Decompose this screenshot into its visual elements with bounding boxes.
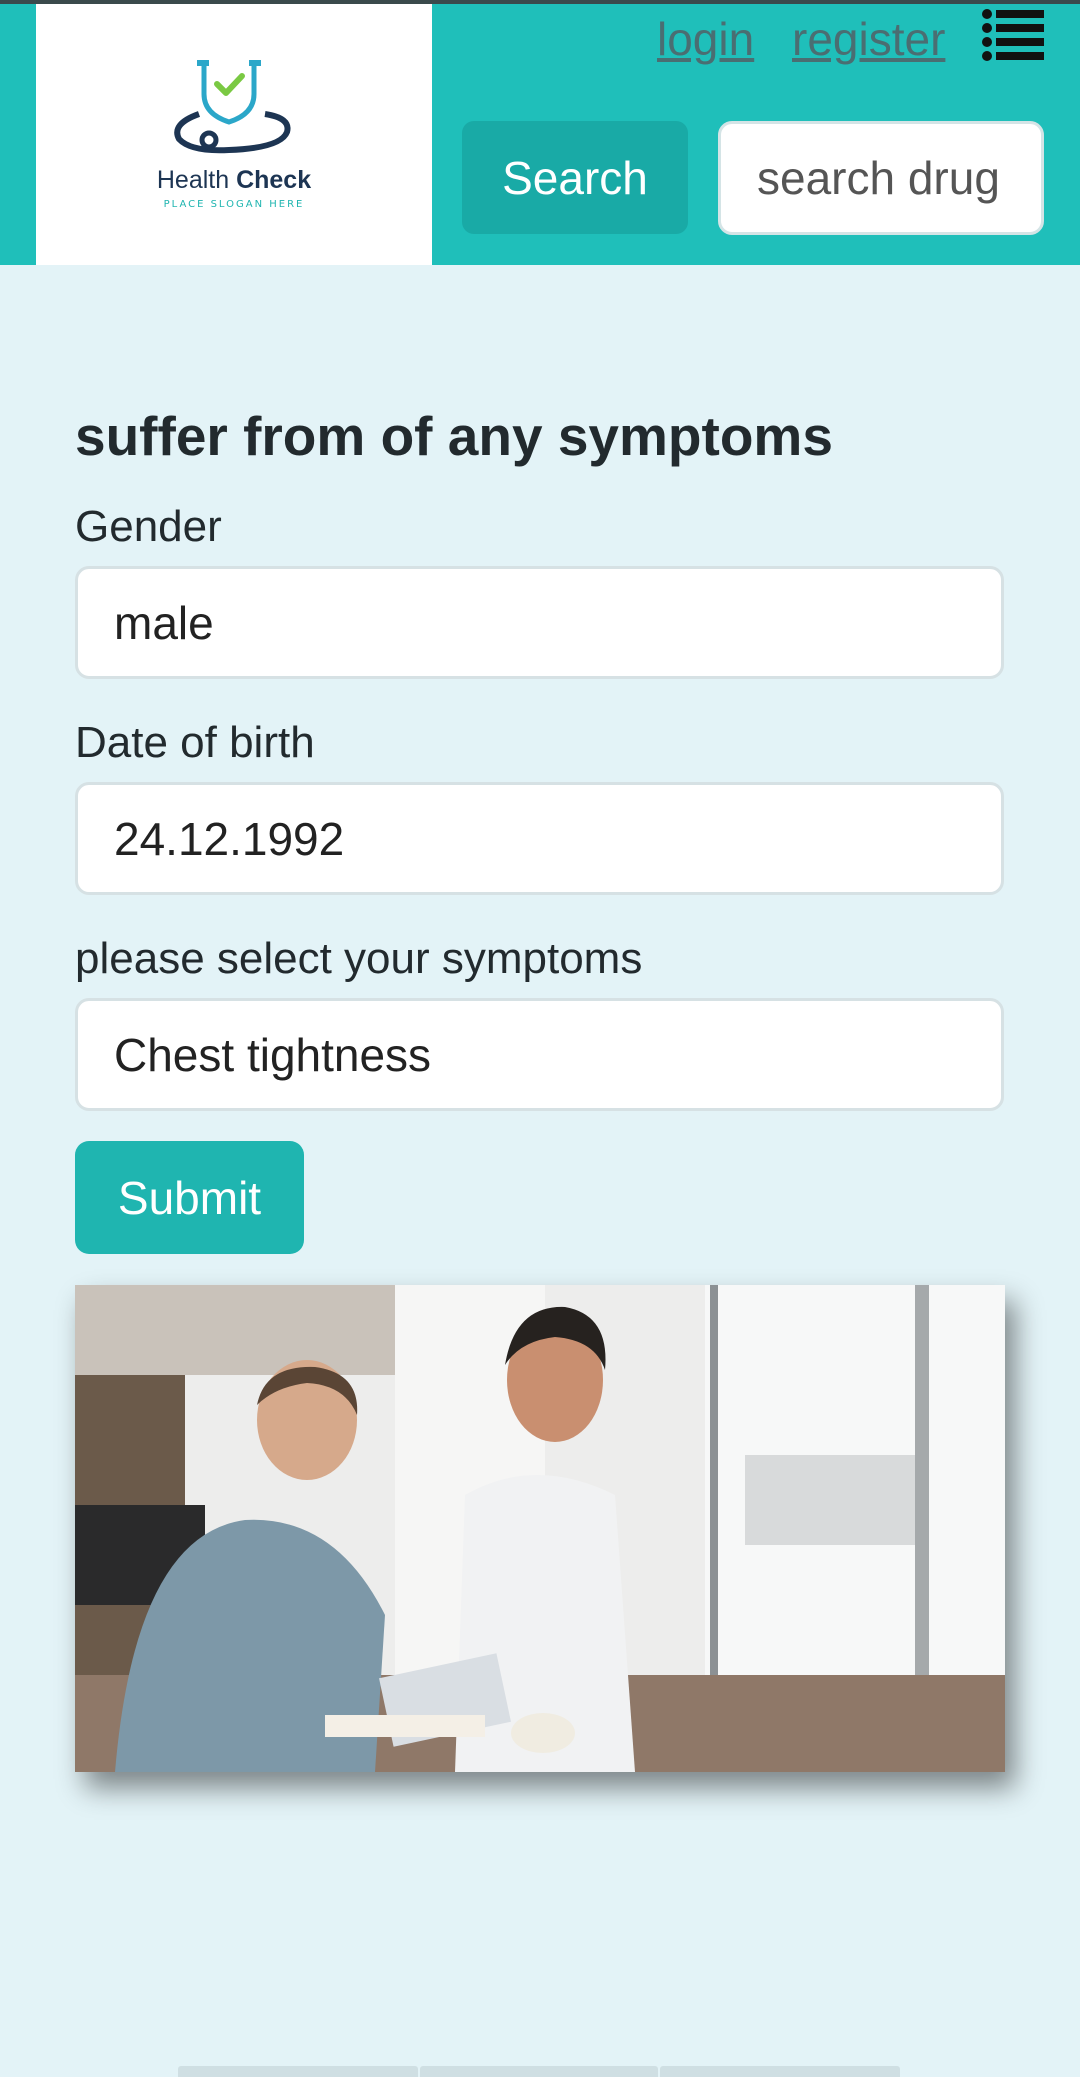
gender-label: Gender: [75, 502, 222, 551]
symptoms-field[interactable]: Chest tightness: [75, 998, 1004, 1111]
brand-name: Health Check: [156, 166, 312, 194]
register-link[interactable]: register: [792, 12, 945, 66]
site-header: Health Check PLACE SLOGAN HERE login reg…: [0, 4, 1080, 265]
search-drug-input[interactable]: [718, 121, 1044, 235]
stethoscope-shield-icon: [174, 60, 291, 154]
submit-button[interactable]: Submit: [75, 1141, 304, 1254]
dob-field[interactable]: 24.12.1992: [75, 782, 1004, 895]
symptoms-label: please select your symptoms: [75, 934, 643, 983]
logo[interactable]: Health Check PLACE SLOGAN HERE: [36, 4, 432, 265]
brand-slogan: PLACE SLOGAN HERE: [163, 199, 305, 210]
bottom-segment-3: [660, 2066, 900, 2077]
menu-list-icon[interactable]: [982, 8, 1044, 62]
bottom-segment-1: [178, 2066, 418, 2077]
search-button[interactable]: Search: [462, 121, 688, 234]
gender-field[interactable]: male: [75, 566, 1004, 679]
dob-label: Date of birth: [75, 718, 315, 767]
bottom-segment-2: [420, 2066, 658, 2077]
doctor-patient-photo: [75, 1285, 1005, 1772]
form-title: suffer from of any symptoms: [75, 405, 833, 467]
login-link[interactable]: login: [657, 12, 754, 66]
